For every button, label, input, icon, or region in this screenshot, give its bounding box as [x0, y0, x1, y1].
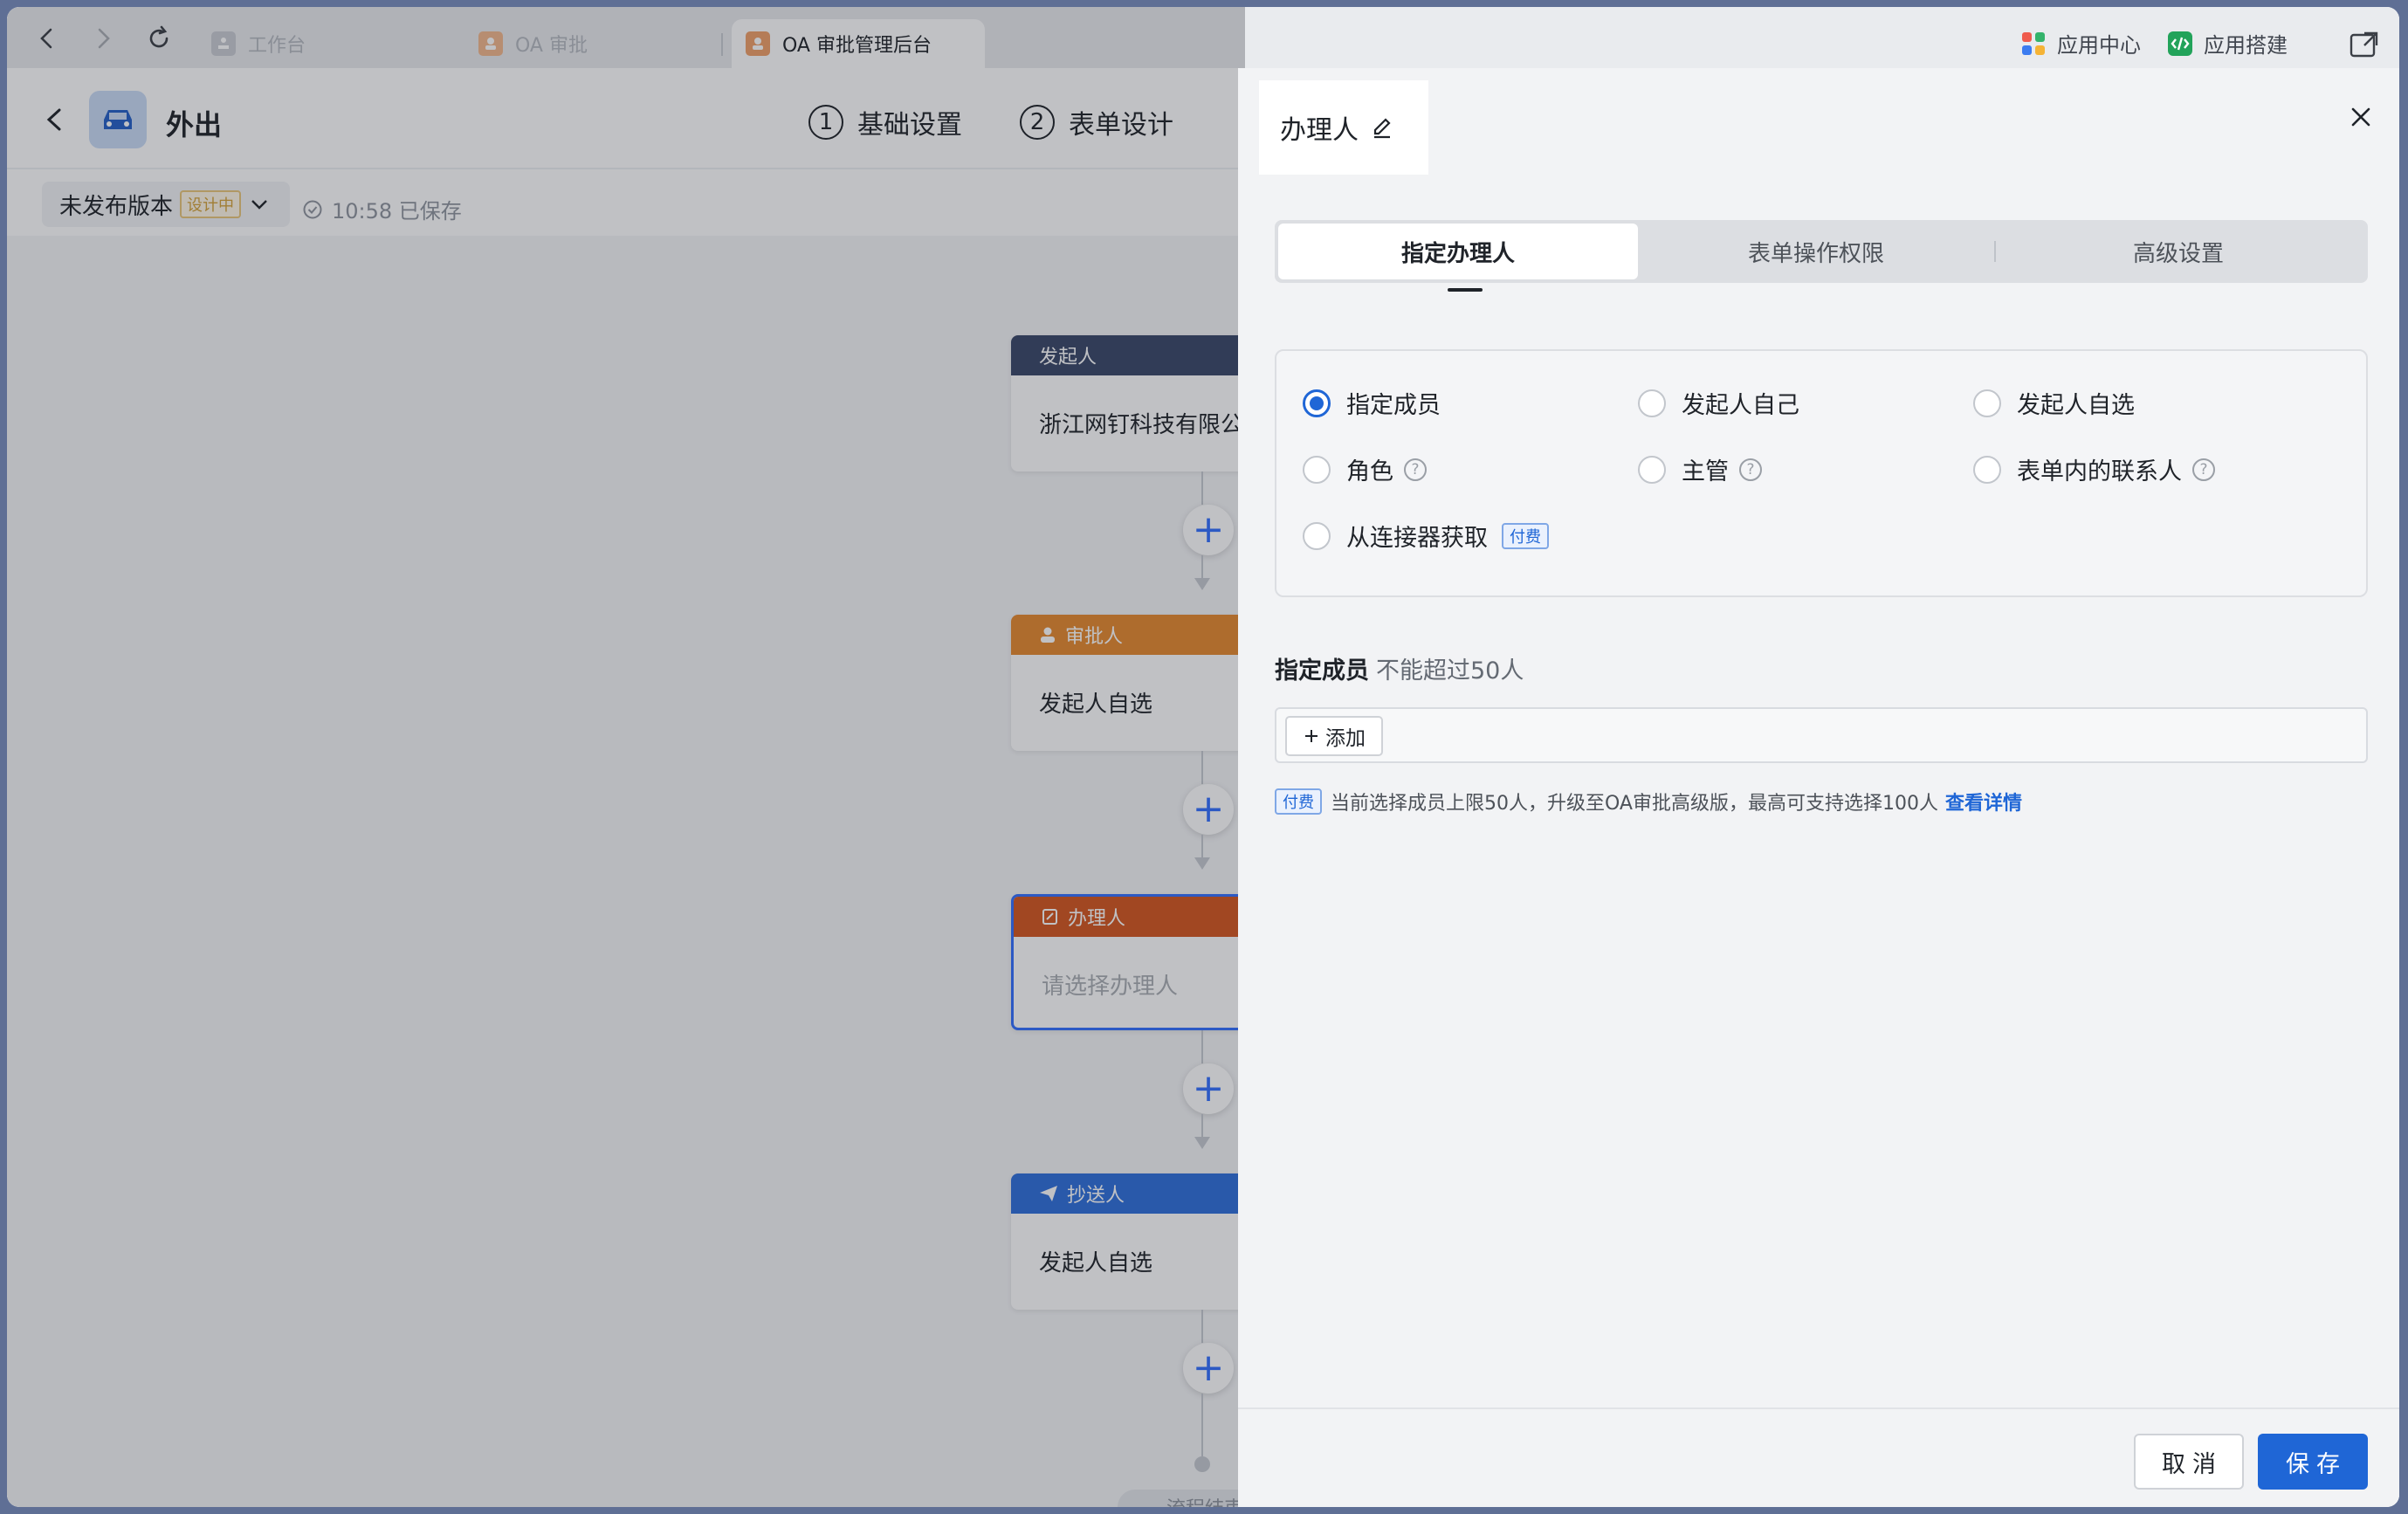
footer-divider [1238, 1407, 2399, 1409]
option-label: 指定成员 [1346, 392, 1441, 419]
option-label: 发起人自选 [2017, 392, 2135, 419]
app-build-label: 应用搭建 [2204, 33, 2288, 58]
paid-tag: 付费 [1502, 522, 1549, 549]
app-build-link[interactable]: 应用搭建 [2167, 28, 2288, 58]
option-initiator-choose[interactable]: 发起人自选 [1973, 386, 2135, 420]
option-label: 表单内的联系人 [2017, 458, 2182, 485]
tab-label: 表单操作权限 [1747, 240, 1884, 267]
drawer-title-text: 办理人 [1280, 115, 1359, 146]
app-center-label: 应用中心 [2057, 33, 2141, 58]
tab-advanced-settings[interactable]: 高级设置 [1996, 224, 2361, 279]
plus-icon [1305, 730, 1318, 742]
tab-assign-handler[interactable]: 指定办理人 [1278, 224, 1638, 279]
option-form-contact[interactable]: 表单内的联系人 ? [1973, 452, 2215, 486]
option-initiator-self[interactable]: 发起人自己 [1638, 386, 1799, 420]
app-center-icon [2022, 31, 2045, 55]
option-label: 发起人自己 [1682, 392, 1799, 419]
radio[interactable] [1303, 521, 1331, 550]
handler-drawer: 办理人 指定办理人 表单操作权限 高级设置 指定成员 发起人自己 发起人自选 角… [1238, 68, 2399, 1507]
app-window: 工作台 OA 审批 OA 审批管理后台 应用中心 应用搭建 外出 1 基础设置 … [7, 7, 2399, 1507]
save-button[interactable]: 保存 [2258, 1434, 2368, 1490]
radio[interactable] [1638, 389, 1666, 417]
paid-tag: 付费 [1275, 788, 1322, 815]
close-icon[interactable] [2349, 105, 2373, 129]
edit-pencil-icon[interactable] [1371, 116, 1393, 139]
app-center-link[interactable]: 应用中心 [2020, 28, 2141, 58]
handler-options: 指定成员 发起人自己 发起人自选 角色 ? 主管 ? 表单内的联系人 ? 从连接… [1275, 349, 2368, 597]
paid-note-text: 当前选择成员上限50人，升级至OA审批高级版，最高可支持选择100人 [1331, 793, 1938, 815]
option-role[interactable]: 角色 ? [1303, 452, 1427, 486]
cancel-button[interactable]: 取消 [2134, 1434, 2244, 1490]
tab-label: 指定办理人 [1400, 240, 1515, 267]
members-limit-text: 不能超过50人 [1376, 657, 1524, 685]
help-icon[interactable]: ? [1404, 458, 1427, 481]
active-tab-indicator [1448, 288, 1483, 292]
option-label: 主管 [1682, 458, 1729, 485]
radio[interactable] [1303, 455, 1331, 484]
tab-label: 高级设置 [2132, 240, 2224, 267]
drawer-tabs: 指定办理人 表单操作权限 高级设置 [1275, 220, 2368, 283]
paid-note: 付费 当前选择成员上限50人，升级至OA审批高级版，最高可支持选择100人 查看… [1275, 788, 2022, 815]
tab-form-permissions[interactable]: 表单操作权限 [1638, 224, 1994, 279]
help-icon[interactable]: ? [1739, 458, 1762, 481]
modal-overlay[interactable] [7, 7, 1245, 1507]
radio[interactable] [1973, 389, 2001, 417]
option-label: 角色 [1346, 458, 1393, 485]
option-supervisor[interactable]: 主管 ? [1638, 452, 1762, 486]
members-section-label: 指定成员 不能超过50人 [1275, 651, 1524, 685]
option-connector[interactable]: 从连接器获取 付费 [1303, 519, 1549, 553]
add-member-button[interactable]: 添加 [1285, 716, 1383, 756]
members-label-text: 指定成员 [1275, 657, 1369, 685]
help-icon[interactable]: ? [2192, 458, 2215, 481]
radio[interactable] [1638, 455, 1666, 484]
view-details-link[interactable]: 查看详情 [1945, 788, 2022, 815]
drawer-title[interactable]: 办理人 [1259, 80, 1428, 175]
add-label: 添加 [1325, 727, 1366, 750]
option-label: 从连接器获取 [1346, 525, 1488, 552]
app-build-icon [2168, 31, 2192, 56]
radio[interactable] [1973, 455, 2001, 484]
radio-checked[interactable] [1303, 389, 1331, 417]
members-field[interactable]: 添加 [1275, 707, 2368, 763]
option-specific-members[interactable]: 指定成员 [1303, 386, 1441, 420]
open-window-icon[interactable] [2349, 30, 2380, 59]
